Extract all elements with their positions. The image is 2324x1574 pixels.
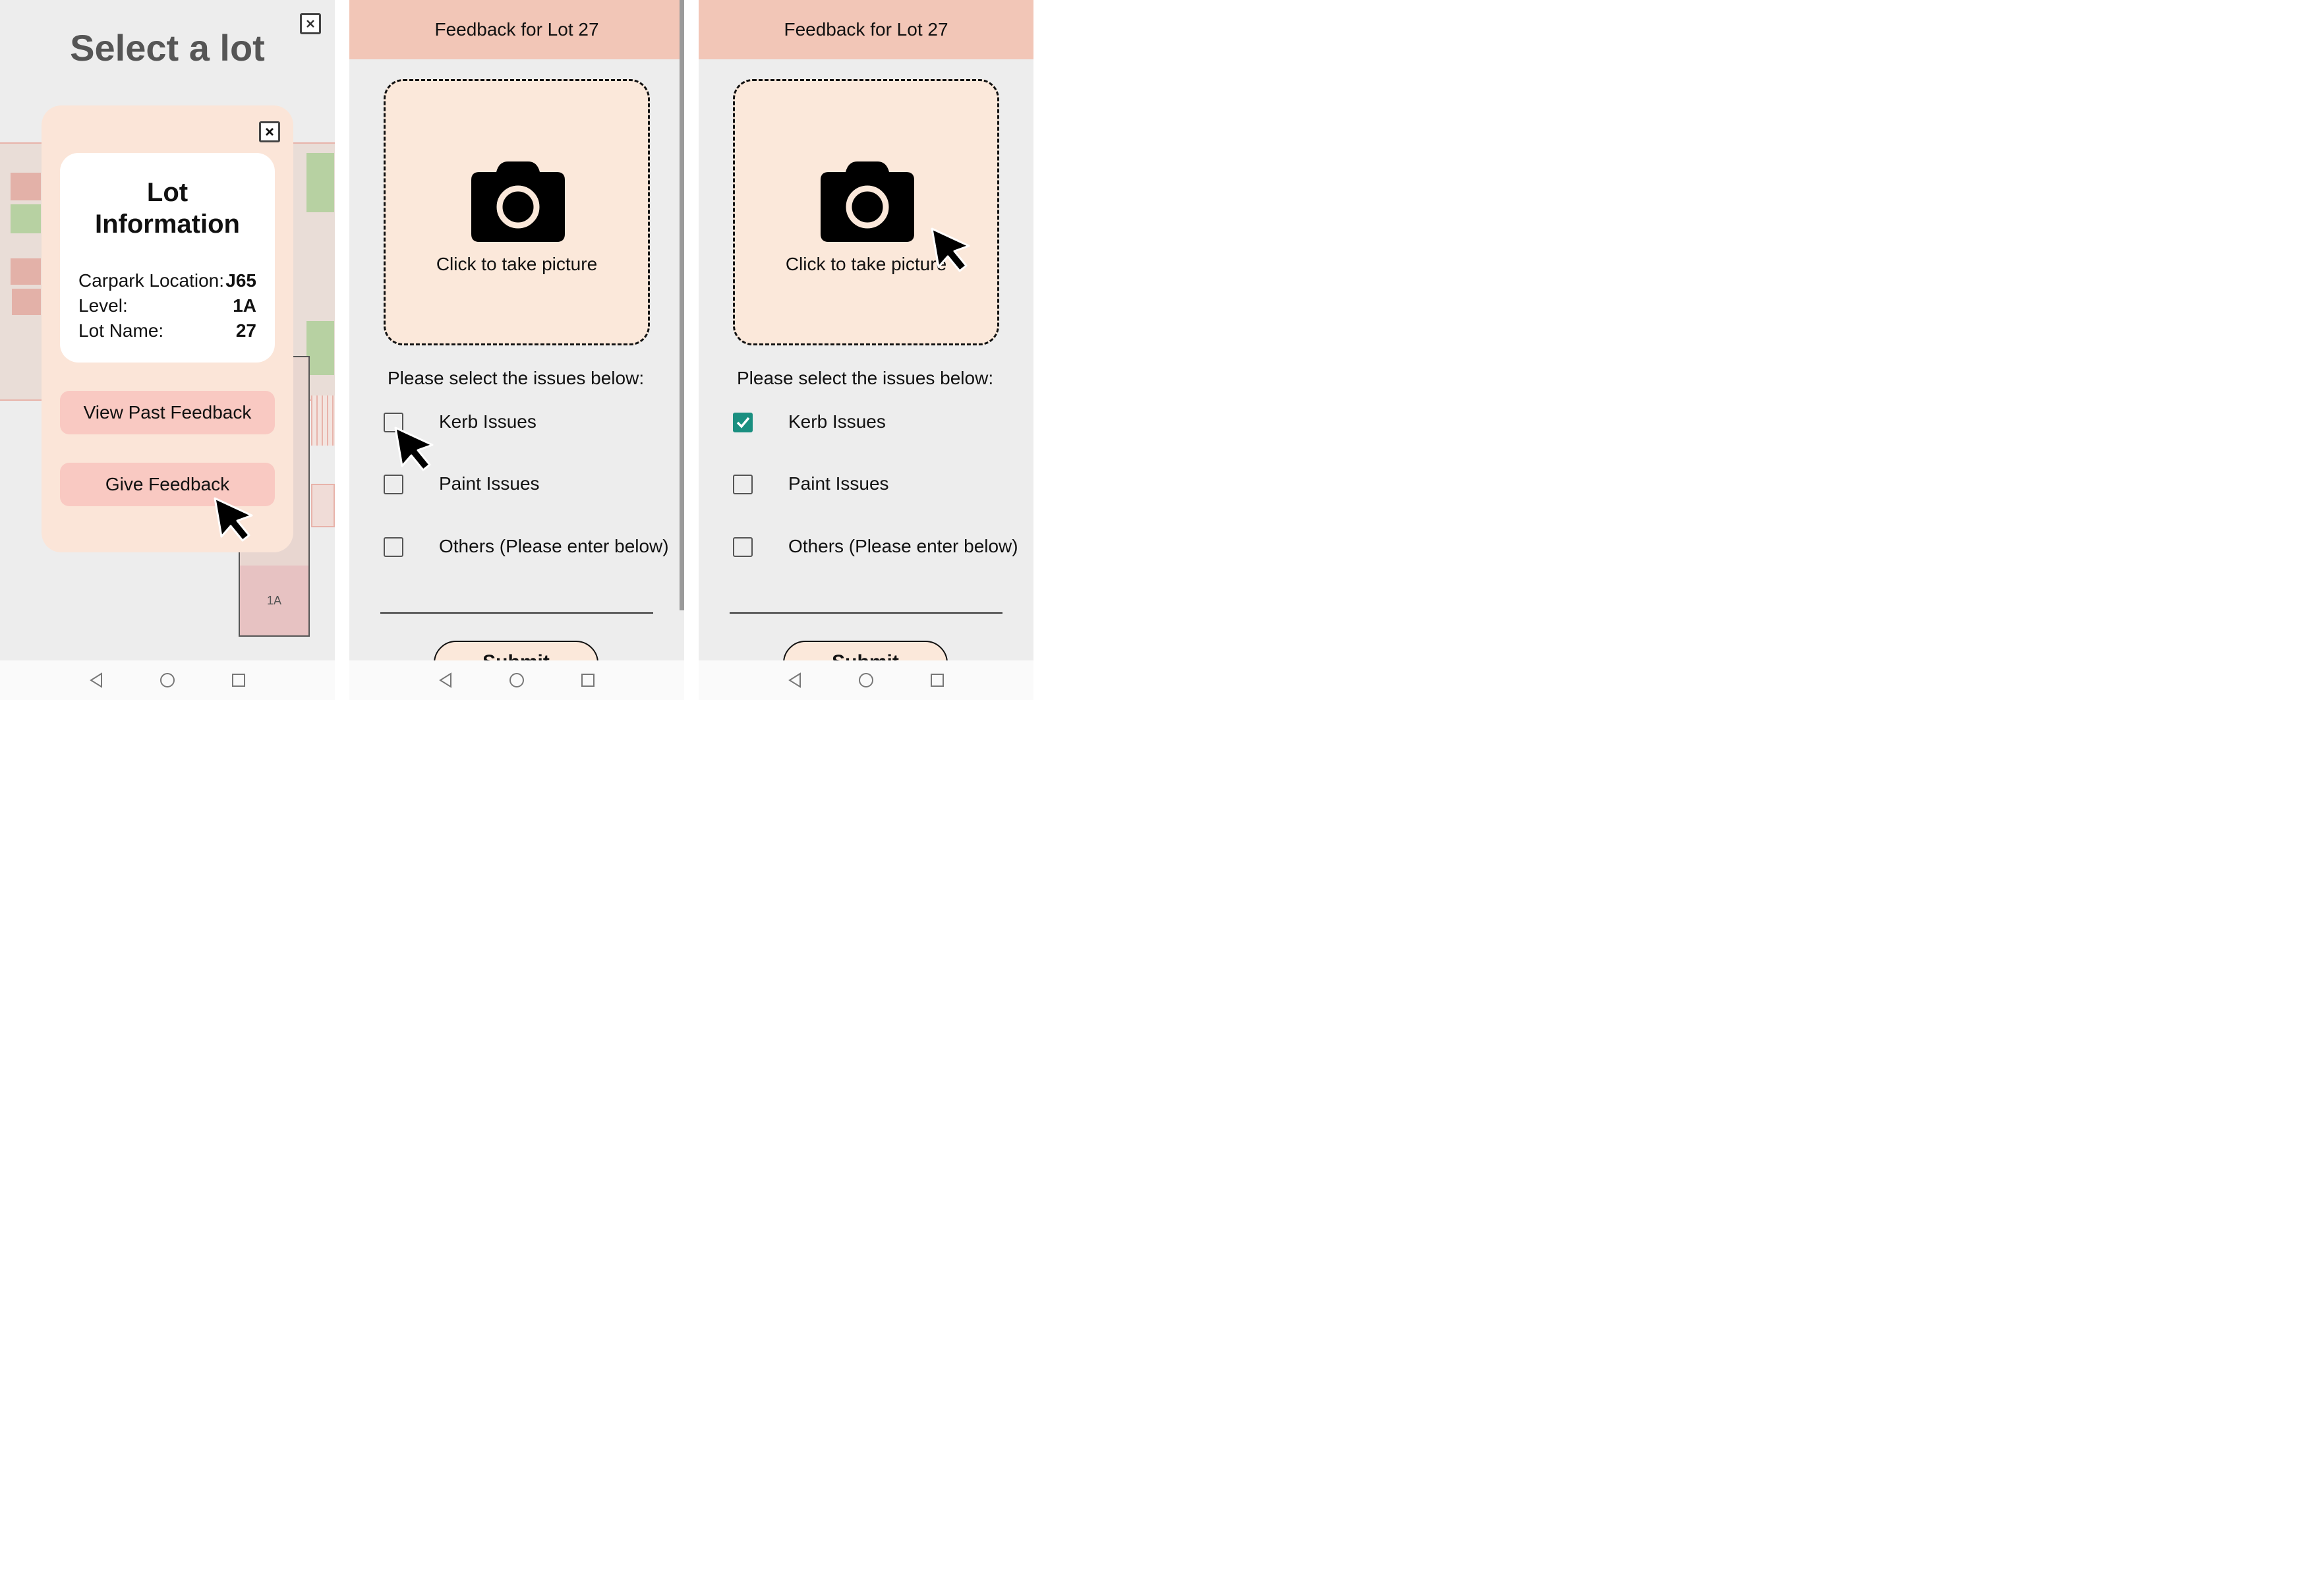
recents-button[interactable] (576, 668, 600, 692)
scrollbar[interactable] (680, 0, 684, 610)
feedback-screen-unchecked: Feedback for Lot 27 Click to take pictur… (349, 0, 684, 700)
lot-info-title-line2: Information (95, 210, 240, 239)
back-icon (90, 672, 102, 688)
select-lot-screen: 1A Select a lot Lot Information Carpark … (0, 0, 335, 700)
back-button[interactable] (84, 668, 108, 692)
mouse-cursor-icon (931, 227, 970, 272)
recents-button[interactable] (227, 668, 250, 692)
map-lot[interactable] (306, 321, 334, 375)
checkbox[interactable] (733, 537, 753, 557)
info-value: 1A (233, 295, 256, 316)
back-button[interactable] (434, 668, 457, 692)
carpark-location-row: Carpark Location: J65 (78, 270, 256, 291)
others-text-input[interactable] (730, 612, 1002, 614)
home-icon (160, 673, 175, 687)
recents-button[interactable] (925, 668, 949, 692)
take-picture-label: Click to take picture (436, 254, 598, 274)
checkbox-label: Kerb Issues (439, 411, 537, 432)
checkbox-label: Paint Issues (788, 473, 889, 494)
back-icon (788, 672, 801, 688)
info-value: J65 (225, 270, 256, 291)
modal-close-button[interactable] (259, 121, 280, 142)
info-label: Carpark Location: (78, 270, 225, 291)
home-button[interactable] (854, 668, 878, 692)
camera-icon (821, 161, 914, 242)
close-button[interactable] (300, 13, 321, 34)
lot-info-card: Lot Information Carpark Location: J65 Le… (60, 153, 275, 363)
home-icon (859, 673, 873, 687)
info-label: Level: (78, 295, 128, 316)
home-icon (509, 673, 524, 687)
checkbox[interactable] (733, 475, 753, 494)
lot-name-row: Lot Name: 27 (78, 320, 256, 341)
map-lot (311, 395, 335, 446)
checkbox-checked[interactable] (733, 413, 753, 432)
checkbox[interactable] (384, 537, 403, 557)
mouse-cursor-icon (214, 497, 253, 542)
back-button[interactable] (783, 668, 807, 692)
checkbox-label: Others (Please enter below) (439, 536, 669, 556)
feedback-header: Feedback for Lot 27 (349, 0, 684, 59)
issues-prompt: Please select the issues below: (388, 368, 645, 388)
checkmark-icon (736, 417, 750, 428)
lot-modal: Lot Information Carpark Location: J65 Le… (42, 105, 293, 552)
checkbox-label: Kerb Issues (788, 411, 886, 432)
home-button[interactable] (505, 668, 529, 692)
take-picture-area[interactable]: Click to take picture (733, 79, 999, 345)
map-lot-1a[interactable]: 1A (240, 566, 308, 635)
android-nav-bar (699, 660, 1033, 700)
issues-prompt: Please select the issues below: (737, 368, 994, 388)
mouse-cursor-icon (394, 426, 434, 471)
map-lot-label: 1A (266, 593, 282, 607)
feedback-screen-checked: Feedback for Lot 27 Click to take pictur… (699, 0, 1033, 700)
checkbox-label: Others (Please enter below) (788, 536, 1018, 556)
map-lot[interactable] (306, 153, 334, 212)
recents-icon (931, 674, 944, 687)
others-text-input[interactable] (380, 612, 653, 614)
android-nav-bar (0, 660, 335, 700)
camera-icon (471, 161, 565, 242)
info-label: Lot Name: (78, 320, 164, 341)
take-picture-area[interactable]: Click to take picture (384, 79, 650, 345)
lot-info-title: Lot Information (60, 177, 275, 240)
map-lot[interactable] (311, 484, 335, 527)
close-icon (306, 20, 314, 28)
level-row: Level: 1A (78, 295, 256, 316)
android-nav-bar (349, 660, 684, 700)
feedback-header: Feedback for Lot 27 (699, 0, 1033, 59)
map-lot[interactable] (11, 173, 41, 200)
lot-info-title-line1: Lot (146, 178, 189, 207)
checkbox-label: Paint Issues (439, 473, 540, 494)
recents-icon (581, 674, 595, 687)
recents-icon (232, 674, 245, 687)
page-title: Select a lot (70, 27, 265, 69)
info-value: 27 (235, 320, 256, 341)
map-lot[interactable] (11, 204, 41, 233)
map-lot[interactable] (11, 258, 41, 285)
map-lot[interactable] (12, 289, 41, 315)
view-past-feedback-button[interactable]: View Past Feedback (60, 391, 275, 434)
home-button[interactable] (156, 668, 179, 692)
close-icon (266, 128, 274, 136)
back-icon (439, 672, 451, 688)
